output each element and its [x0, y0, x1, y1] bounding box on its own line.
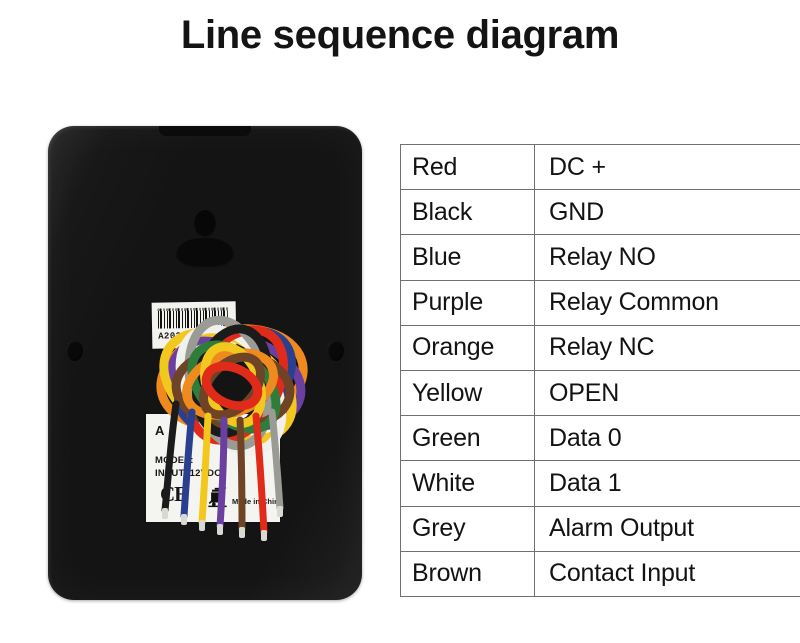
table-row: Black GND [400, 189, 800, 236]
wire-color-cell: Brown [400, 550, 535, 597]
wire-function-cell: Data 1 [534, 460, 800, 507]
ce-mark-icon: CE [160, 482, 188, 506]
barcode-serial-text: A202 [158, 331, 182, 342]
device-back-panel: A202 A MODEL: INPUT: 12VDC CE Made in Ch… [48, 126, 362, 600]
table-row: Orange Relay NC [400, 324, 800, 371]
table-row: Brown Contact Input [400, 550, 800, 597]
wire-function-cell: Relay NO [534, 234, 800, 281]
wire-function-cell: Data 0 [534, 415, 800, 462]
wire-function-cell: Relay Common [534, 279, 800, 326]
wire-color-cell: Grey [400, 505, 535, 552]
wire-color-cell: Green [400, 415, 535, 462]
table-row: Grey Alarm Output [400, 505, 800, 552]
wire-color-cell: Purple [400, 279, 535, 326]
barcode-label: A202 [151, 301, 237, 349]
keyhole-mount-circle [194, 210, 216, 238]
page-title: Line sequence diagram [180, 13, 620, 57]
wire-function-cell: GND [534, 189, 800, 236]
table-row: Yellow OPEN [400, 369, 800, 417]
wire-function-cell: OPEN [534, 369, 800, 417]
input-voltage-text: INPUT: 12VDC [155, 468, 222, 479]
wire-function-cell: Contact Input [534, 550, 800, 597]
wire-color-cell: Yellow [400, 369, 535, 417]
origin-text: Made in China [232, 497, 280, 506]
table-row: Blue Relay NO [400, 234, 800, 281]
top-notch [159, 126, 251, 136]
wire-function-cell: DC + [534, 143, 800, 191]
model-text: MODEL: [155, 455, 194, 466]
table-row: White Data 1 [400, 460, 800, 507]
table-row: Purple Relay Common [400, 279, 800, 326]
wire-color-cell: Black [400, 189, 535, 236]
wiring-table: Red DC + Black GND Blue Relay NO Purple … [400, 143, 800, 597]
crossed-out-wheelie-bin-icon [208, 486, 227, 508]
device-photo: A202 A MODEL: INPUT: 12VDC CE Made in Ch… [0, 100, 392, 628]
table-row: Red DC + [400, 143, 800, 191]
screw-hole-left [66, 340, 83, 361]
keyhole-mount-slot [176, 238, 234, 268]
product-spec-label: A MODEL: INPUT: 12VDC CE Made in China [146, 414, 280, 522]
brand-text: A [155, 423, 165, 438]
wire-function-cell: Alarm Output [534, 505, 800, 552]
screw-hole-right [327, 340, 344, 361]
wiring-table-body: Red DC + Black GND Blue Relay NO Purple … [400, 143, 800, 597]
wire-function-cell: Relay NC [534, 324, 800, 371]
wire-color-cell: Red [400, 143, 535, 191]
wire-color-cell: White [400, 460, 535, 507]
wire-color-cell: Blue [400, 234, 535, 281]
wire-color-cell: Orange [400, 324, 535, 371]
barcode-icon [157, 307, 229, 329]
table-row: Green Data 0 [400, 415, 800, 462]
